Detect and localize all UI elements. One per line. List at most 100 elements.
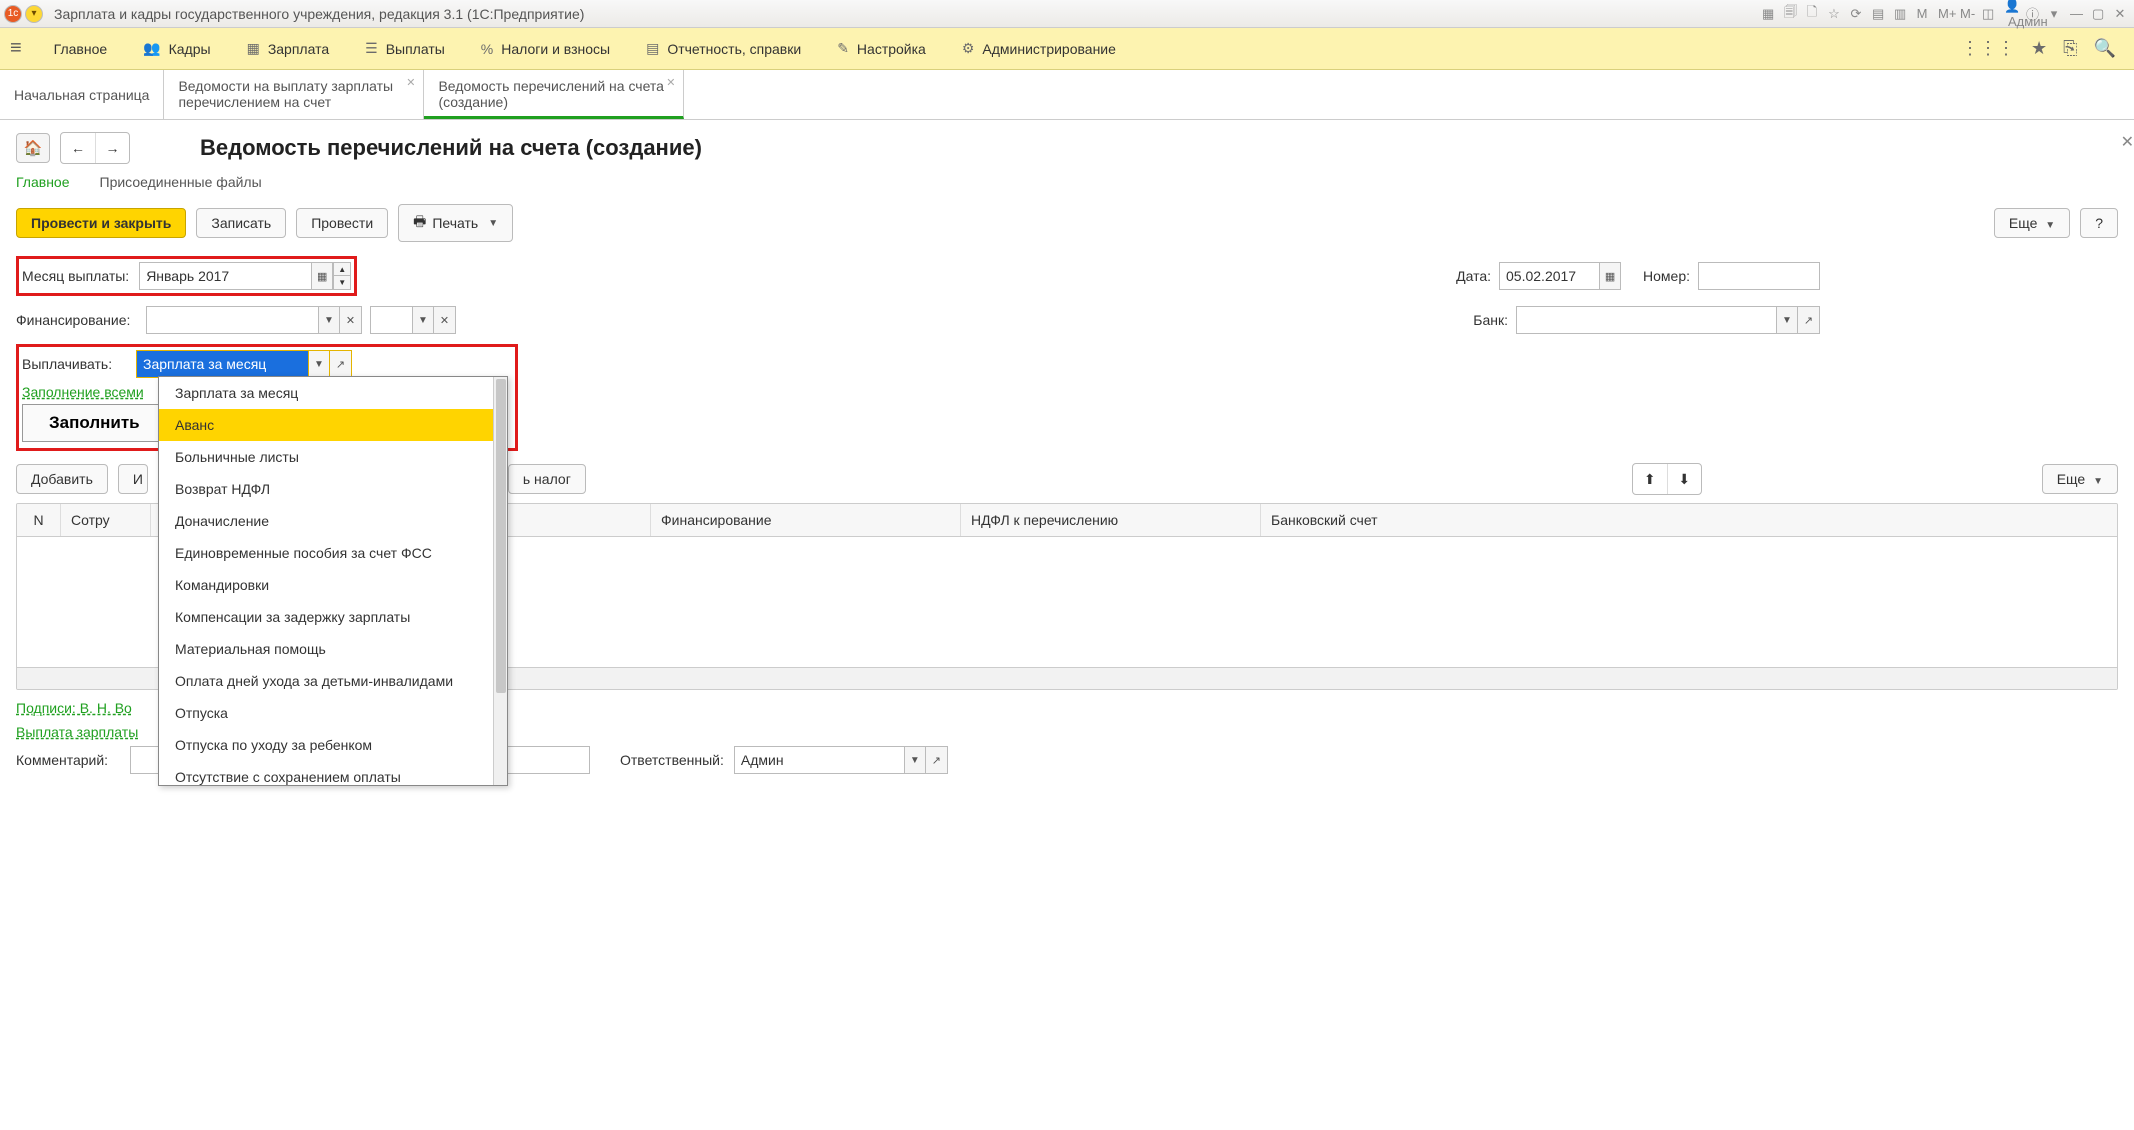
menu-settings[interactable]: ✎Настройка <box>819 40 944 57</box>
dropdown-option[interactable]: Доначисление <box>159 505 507 537</box>
dropdown-icon[interactable]: ▼ <box>412 306 434 334</box>
minimize-button[interactable]: — <box>2066 6 2086 21</box>
form-content: ✕ 🏠 ← → Ведомость перечислений на счета … <box>0 120 2134 792</box>
form-close-icon[interactable]: ✕ <box>2117 128 2134 156</box>
month-input[interactable]: Январь 2017 <box>139 262 311 290</box>
date-picker-icon[interactable]: ▦ <box>1599 262 1621 290</box>
finance-input[interactable] <box>146 306 318 334</box>
fill-button[interactable]: Заполнить <box>22 404 167 442</box>
dropdown-option[interactable]: Компенсации за задержку зарплаты <box>159 601 507 633</box>
subnav-files[interactable]: Присоединенные файлы <box>100 174 262 190</box>
menu-personnel[interactable]: 👥Кадры <box>125 40 228 57</box>
calendar-icon[interactable]: ▦ <box>311 262 333 290</box>
pay-value[interactable]: Зарплата за месяц <box>136 350 308 378</box>
move-up-icon[interactable]: ⬆ <box>1633 464 1667 494</box>
menu-taxes[interactable]: %Налоги и взносы <box>463 41 628 57</box>
post-close-button[interactable]: Провести и закрыть <box>16 208 186 238</box>
dropdown-option[interactable]: Отпуска по уходу за ребенком <box>159 729 507 761</box>
search-icon[interactable]: 🔍 <box>2086 38 2124 59</box>
close-icon[interactable]: ✕ <box>666 76 675 89</box>
post-button[interactable]: Провести <box>296 208 388 238</box>
fill-all-link[interactable]: Заполнение всеми <box>22 384 144 400</box>
help-button[interactable]: ? <box>2080 208 2118 238</box>
star-icon[interactable]: ★ <box>2023 38 2055 59</box>
close-button[interactable]: ✕ <box>2110 6 2130 22</box>
partial-button[interactable]: И <box>118 464 148 494</box>
user-badge[interactable]: 👤 Админ <box>2000 0 2020 29</box>
maximize-button[interactable]: ▢ <box>2088 6 2108 22</box>
memory-m[interactable]: M <box>1912 6 1932 21</box>
highlight-month: Месяц выплаты: Январь 2017 ▦ ▲ ▼ <box>16 256 357 296</box>
dropdown-option[interactable]: Возврат НДФЛ <box>159 473 507 505</box>
about-dd[interactable]: ▾ <box>2044 6 2064 22</box>
more-table-button[interactable]: Еще ▼ <box>2042 464 2118 494</box>
dropdown-option[interactable]: Командировки <box>159 569 507 601</box>
open-ref-icon[interactable]: ↗ <box>926 746 948 774</box>
more-button[interactable]: Еще ▼ <box>1994 208 2070 238</box>
date-input[interactable]: 05.02.2017 <box>1499 262 1599 290</box>
dropdown-option[interactable]: Больничные листы <box>159 441 507 473</box>
menu-reports[interactable]: ▤Отчетность, справки <box>628 40 819 57</box>
resp-input[interactable]: Админ <box>734 746 904 774</box>
number-input[interactable] <box>1698 262 1820 290</box>
menu-admin[interactable]: ⚙Администрирование <box>944 40 1134 57</box>
tax-button[interactable]: ь налог <box>508 464 586 494</box>
forward-button[interactable]: → <box>95 133 129 163</box>
dropdown-option[interactable]: Аванс <box>159 409 507 441</box>
history-icon[interactable]: ⟳ <box>1846 6 1866 22</box>
dropdown-icon[interactable]: ▼ <box>308 350 330 378</box>
month-down[interactable]: ▼ <box>333 276 351 290</box>
subnav-main[interactable]: Главное <box>16 174 70 190</box>
calendar-icon[interactable]: ▥ <box>1890 6 1910 22</box>
calc-icon[interactable]: ▤ <box>1868 6 1888 22</box>
clear-icon[interactable]: ✕ <box>340 306 362 334</box>
memory-mplus[interactable]: M+ <box>1934 6 1954 21</box>
menu-main[interactable]: Главное <box>36 41 126 57</box>
finance-aux-input[interactable] <box>370 306 412 334</box>
menu-payments[interactable]: ☰Выплаты <box>347 40 463 57</box>
tray-icon[interactable]: 🗋 <box>1802 3 1822 25</box>
memory-mminus[interactable]: M- <box>1956 6 1976 21</box>
open-ref-icon[interactable]: ↗ <box>330 350 352 378</box>
month-up[interactable]: ▲ <box>333 262 351 276</box>
dropdown-icon[interactable]: ▼ <box>318 306 340 334</box>
tab-payroll-create[interactable]: Ведомость перечислений на счета (создани… <box>424 70 684 119</box>
save-button[interactable]: Записать <box>196 208 286 238</box>
apps-icon[interactable]: ⋮⋮⋮ <box>1953 38 2023 59</box>
dropdown-option[interactable]: Единовременные пособия за счет ФСС <box>159 537 507 569</box>
home-button[interactable]: 🏠 <box>16 133 50 163</box>
menu-icon-round[interactable]: ▾ <box>25 5 43 23</box>
hamburger-icon[interactable]: ≡ <box>10 37 22 60</box>
scrollbar[interactable] <box>493 377 507 785</box>
close-icon[interactable]: ✕ <box>406 76 415 89</box>
print-button[interactable]: 🖶Печать▼ <box>398 204 513 242</box>
tray-icon[interactable]: 🗐 <box>1780 3 1800 25</box>
bank-input[interactable] <box>1516 306 1776 334</box>
dropdown-option[interactable]: Отпуска <box>159 697 507 729</box>
pay-select[interactable]: Зарплата за месяц ▼ ↗ <box>136 350 352 378</box>
add-button[interactable]: Добавить <box>16 464 108 494</box>
col-employee[interactable]: Сотру <box>61 504 151 536</box>
panel-icon[interactable]: ◫ <box>1978 6 1998 22</box>
col-n[interactable]: N <box>17 504 61 536</box>
tab-payroll-list[interactable]: Ведомости на выплату зарплаты перечислен… <box>164 70 424 119</box>
info-icon[interactable]: ⓘ <box>2022 4 2042 23</box>
col-bank[interactable]: Банковский счет <box>1261 504 2117 536</box>
clear-icon[interactable]: ✕ <box>434 306 456 334</box>
dropdown-option[interactable]: Материальная помощь <box>159 633 507 665</box>
dropdown-option[interactable]: Зарплата за месяц <box>159 377 507 409</box>
tab-start[interactable]: Начальная страница <box>0 70 164 119</box>
col-tax[interactable]: НДФЛ к перечислению <box>961 504 1261 536</box>
dropdown-icon[interactable]: ▼ <box>904 746 926 774</box>
copy-icon[interactable]: ⎘ <box>2055 38 2085 59</box>
back-button[interactable]: ← <box>61 133 95 163</box>
move-down-icon[interactable]: ⬇ <box>1667 464 1701 494</box>
col-finance[interactable]: Финансирование <box>651 504 961 536</box>
tray-icon[interactable]: ▦ <box>1758 6 1778 22</box>
dropdown-option[interactable]: Оплата дней ухода за детьми-инвалидами <box>159 665 507 697</box>
favorite-icon[interactable]: ☆ <box>1824 6 1844 22</box>
menu-salary[interactable]: ▦Зарплата <box>229 40 348 57</box>
dropdown-option[interactable]: Отсутствие с сохранением оплаты <box>159 761 507 786</box>
open-ref-icon[interactable]: ↗ <box>1798 306 1820 334</box>
dropdown-icon[interactable]: ▼ <box>1776 306 1798 334</box>
